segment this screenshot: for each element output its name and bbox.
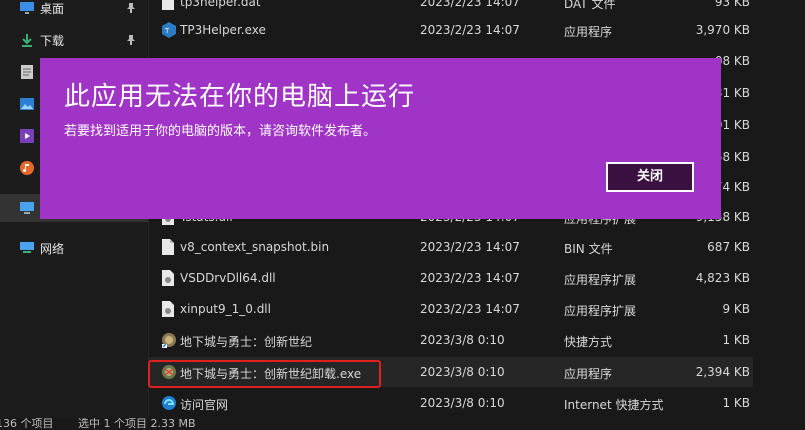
file-date: 2023/3/8 0:10 xyxy=(420,396,505,410)
dialog-title: 此应用无法在你的电脑上运行 xyxy=(64,82,416,112)
file-name: xinput9_1_0.dll xyxy=(180,302,271,316)
pin-icon[interactable] xyxy=(126,2,136,13)
generic-file-icon xyxy=(161,0,177,10)
file-row[interactable]: 访问官网 2023/3/8 0:10 Internet 快捷方式 1 KB xyxy=(148,388,753,418)
file-name: TP3Helper.exe xyxy=(180,23,266,37)
download-icon xyxy=(20,33,34,47)
file-date: 2023/2/23 14:07 xyxy=(420,23,520,37)
file-size: 1 KB xyxy=(722,396,750,410)
red-highlight-box xyxy=(148,360,381,388)
nav-item-downloads[interactable]: 下载 xyxy=(0,26,148,54)
file-name: tp3helper.dat xyxy=(180,0,261,9)
item-count: 136 个项目 xyxy=(0,418,54,430)
nav-item-network[interactable]: 网络 xyxy=(0,234,148,262)
status-bar: 136 个项目 选中 1 个项目 2.33 MB xyxy=(0,418,805,430)
file-date: 2023/2/23 14:07 xyxy=(420,240,520,254)
file-name: 地下城与勇士：创新世纪 xyxy=(180,335,313,349)
file-size: 3,970 KB xyxy=(695,23,750,37)
file-size: 93 KB xyxy=(714,0,750,9)
app-cannot-run-dialog: 此应用无法在你的电脑上运行 若要找到适用于你的电脑的版本，请咨询软件发布者。 关… xyxy=(40,58,721,219)
file-date: 2023/2/23 14:07 xyxy=(420,302,520,316)
videos-icon xyxy=(20,129,34,143)
selection-info: 选中 1 个项目 2.33 MB xyxy=(78,418,196,430)
svg-text:T: T xyxy=(165,28,170,35)
dll-icon xyxy=(161,301,177,317)
network-icon xyxy=(20,241,34,255)
nav-label: 下载 xyxy=(40,33,65,48)
nav-label: 桌面 xyxy=(40,1,65,16)
file-row[interactable]: xinput9_1_0.dll 2023/2/23 14:07 应用程序扩展 9… xyxy=(148,294,753,324)
file-row[interactable]: VSDDrvDll64.dll 2023/2/23 14:07 应用程序扩展 4… xyxy=(148,263,753,293)
nav-label: 网络 xyxy=(40,241,65,256)
desktop-icon xyxy=(20,1,34,15)
nav-item-desktop[interactable]: 桌面 xyxy=(0,0,148,22)
document-icon xyxy=(20,65,34,79)
dialog-message: 若要找到适用于你的电脑的版本，请咨询软件发布者。 xyxy=(64,124,377,139)
pin-icon[interactable] xyxy=(126,34,136,45)
close-button[interactable]: 关闭 xyxy=(606,162,694,192)
pictures-icon xyxy=(20,97,34,111)
exe-icon: T xyxy=(161,22,177,38)
file-name: 访问官网 xyxy=(180,398,229,412)
file-row[interactable]: 地下城与勇士：创新世纪 2023/3/8 0:10 快捷方式 1 KB xyxy=(148,325,753,355)
edge-shortcut-icon xyxy=(161,395,177,411)
file-date: 2023/2/23 14:07 xyxy=(420,271,520,285)
file-size: 1 KB xyxy=(722,333,750,347)
this-pc-icon xyxy=(20,201,34,215)
file-type: BIN 文件 xyxy=(564,242,613,256)
file-date: 2023/3/8 0:10 xyxy=(420,365,505,379)
file-size: 4,823 KB xyxy=(695,271,750,285)
game-shortcut-icon xyxy=(161,332,177,348)
file-date: 2023/3/8 0:10 xyxy=(420,333,505,347)
file-size: 2,394 KB xyxy=(695,365,750,379)
file-type: DAT 文件 xyxy=(564,0,616,11)
file-type: 应用程序 xyxy=(564,25,613,39)
file-type: 应用程序扩展 xyxy=(564,273,637,287)
file-name: VSDDrvDll64.dll xyxy=(180,271,276,285)
dll-icon xyxy=(161,270,177,286)
file-type: 快捷方式 xyxy=(564,335,613,349)
file-size: 687 KB xyxy=(707,240,750,254)
file-row[interactable]: v8_context_snapshot.bin 2023/2/23 14:07 … xyxy=(148,232,753,262)
generic-file-icon xyxy=(161,239,177,255)
file-name: v8_context_snapshot.bin xyxy=(180,240,330,254)
file-date: 2023/2/23 14:07 xyxy=(420,0,520,9)
file-type: 应用程序 xyxy=(564,367,613,381)
file-size: 9 KB xyxy=(722,302,750,316)
file-row[interactable]: T TP3Helper.exe 2023/2/23 14:07 应用程序 3,9… xyxy=(148,15,753,45)
music-icon xyxy=(20,161,34,175)
file-type: 应用程序扩展 xyxy=(564,304,637,318)
